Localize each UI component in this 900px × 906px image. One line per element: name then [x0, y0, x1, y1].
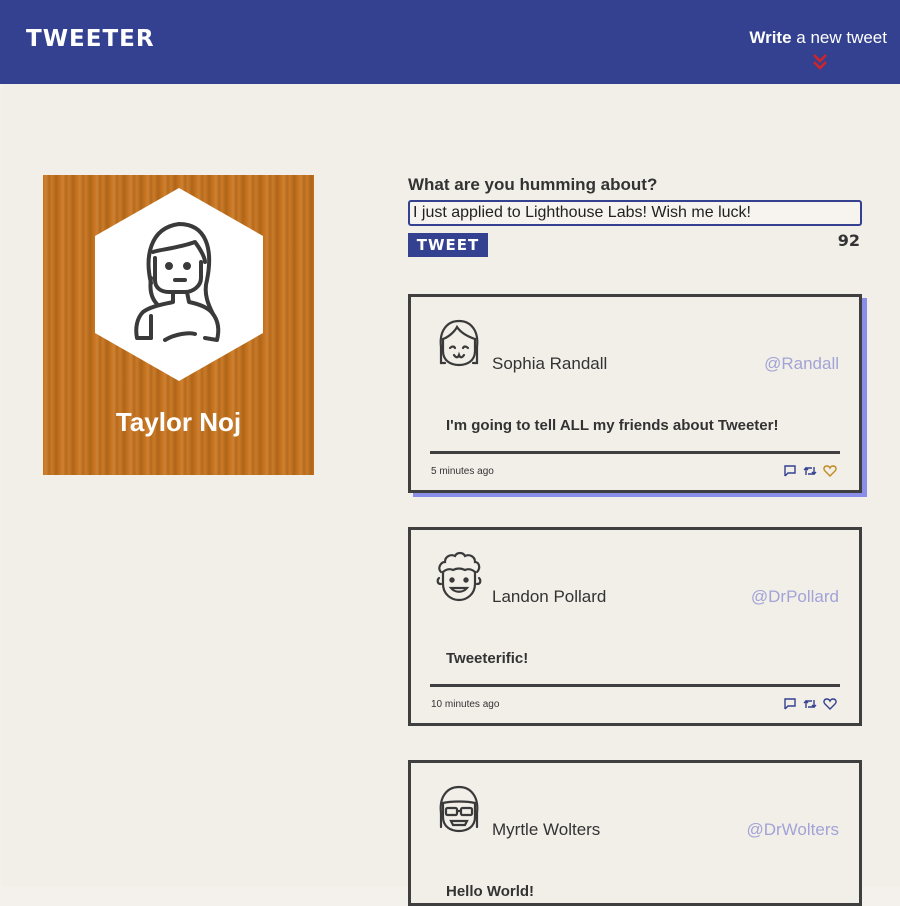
- tweet-content: I'm going to tell ALL my friends about T…: [446, 417, 779, 434]
- tweet-author-name: Landon Pollard: [492, 587, 607, 606]
- retweet-icon[interactable]: [803, 697, 817, 711]
- tweet-author-handle: @Randall: [764, 354, 839, 373]
- compose-form: What are you humming about? TWEET 92: [408, 175, 862, 257]
- tweet-button[interactable]: TWEET: [408, 233, 488, 257]
- tweet-actions: [783, 464, 837, 478]
- profile-name: Taylor Noj: [115, 407, 242, 437]
- tweet-author-name: Sophia Randall: [492, 354, 608, 373]
- tweet-timestamp: 10 minutes ago: [431, 699, 500, 710]
- sunglasses-avatar-icon: [439, 785, 479, 833]
- tweet-divider: [430, 451, 840, 454]
- tweet-author-handle: @DrPollard: [750, 587, 839, 606]
- curly-hair-avatar-icon: [436, 551, 482, 602]
- girl-bangs-avatar-icon: [439, 319, 479, 367]
- tweet-input[interactable]: [408, 200, 862, 226]
- retweet-icon[interactable]: [803, 464, 817, 478]
- tweet-timestamp: 5 minutes ago: [431, 466, 494, 477]
- tweet-actions: [783, 697, 837, 711]
- heart-icon[interactable]: [823, 464, 837, 478]
- girl-avatar-icon: [95, 188, 263, 381]
- tweet-card[interactable]: Sophia Randall @Randall I'm going to tel…: [408, 294, 862, 493]
- double-chevron-down-icon[interactable]: [810, 52, 830, 72]
- profile-card: Taylor Noj: [43, 175, 314, 475]
- tweet-content: Hello World!: [446, 883, 535, 900]
- nav-bar: TWEETER Write a new tweet: [0, 0, 900, 84]
- char-counter: 92: [837, 231, 860, 250]
- write-link-bold: Write: [749, 28, 792, 47]
- flag-icon[interactable]: [783, 697, 797, 711]
- tweet-divider: [430, 684, 840, 687]
- brand-logo[interactable]: TWEETER: [26, 26, 155, 52]
- tweet-content: Tweeterific!: [446, 650, 529, 667]
- tweet-card[interactable]: Landon Pollard @DrPollard Tweeterific! 1…: [408, 527, 862, 726]
- write-link-rest: a new tweet: [791, 28, 887, 47]
- tweet-author-handle: @DrWolters: [746, 820, 839, 839]
- write-new-tweet-link[interactable]: Write a new tweet: [749, 28, 887, 48]
- compose-label: What are you humming about?: [408, 175, 658, 194]
- heart-icon[interactable]: [823, 697, 837, 711]
- tweet-author-name: Myrtle Wolters: [492, 820, 601, 839]
- tweet-card[interactable]: Myrtle Wolters @DrWolters Hello World!: [408, 760, 862, 906]
- flag-icon[interactable]: [783, 464, 797, 478]
